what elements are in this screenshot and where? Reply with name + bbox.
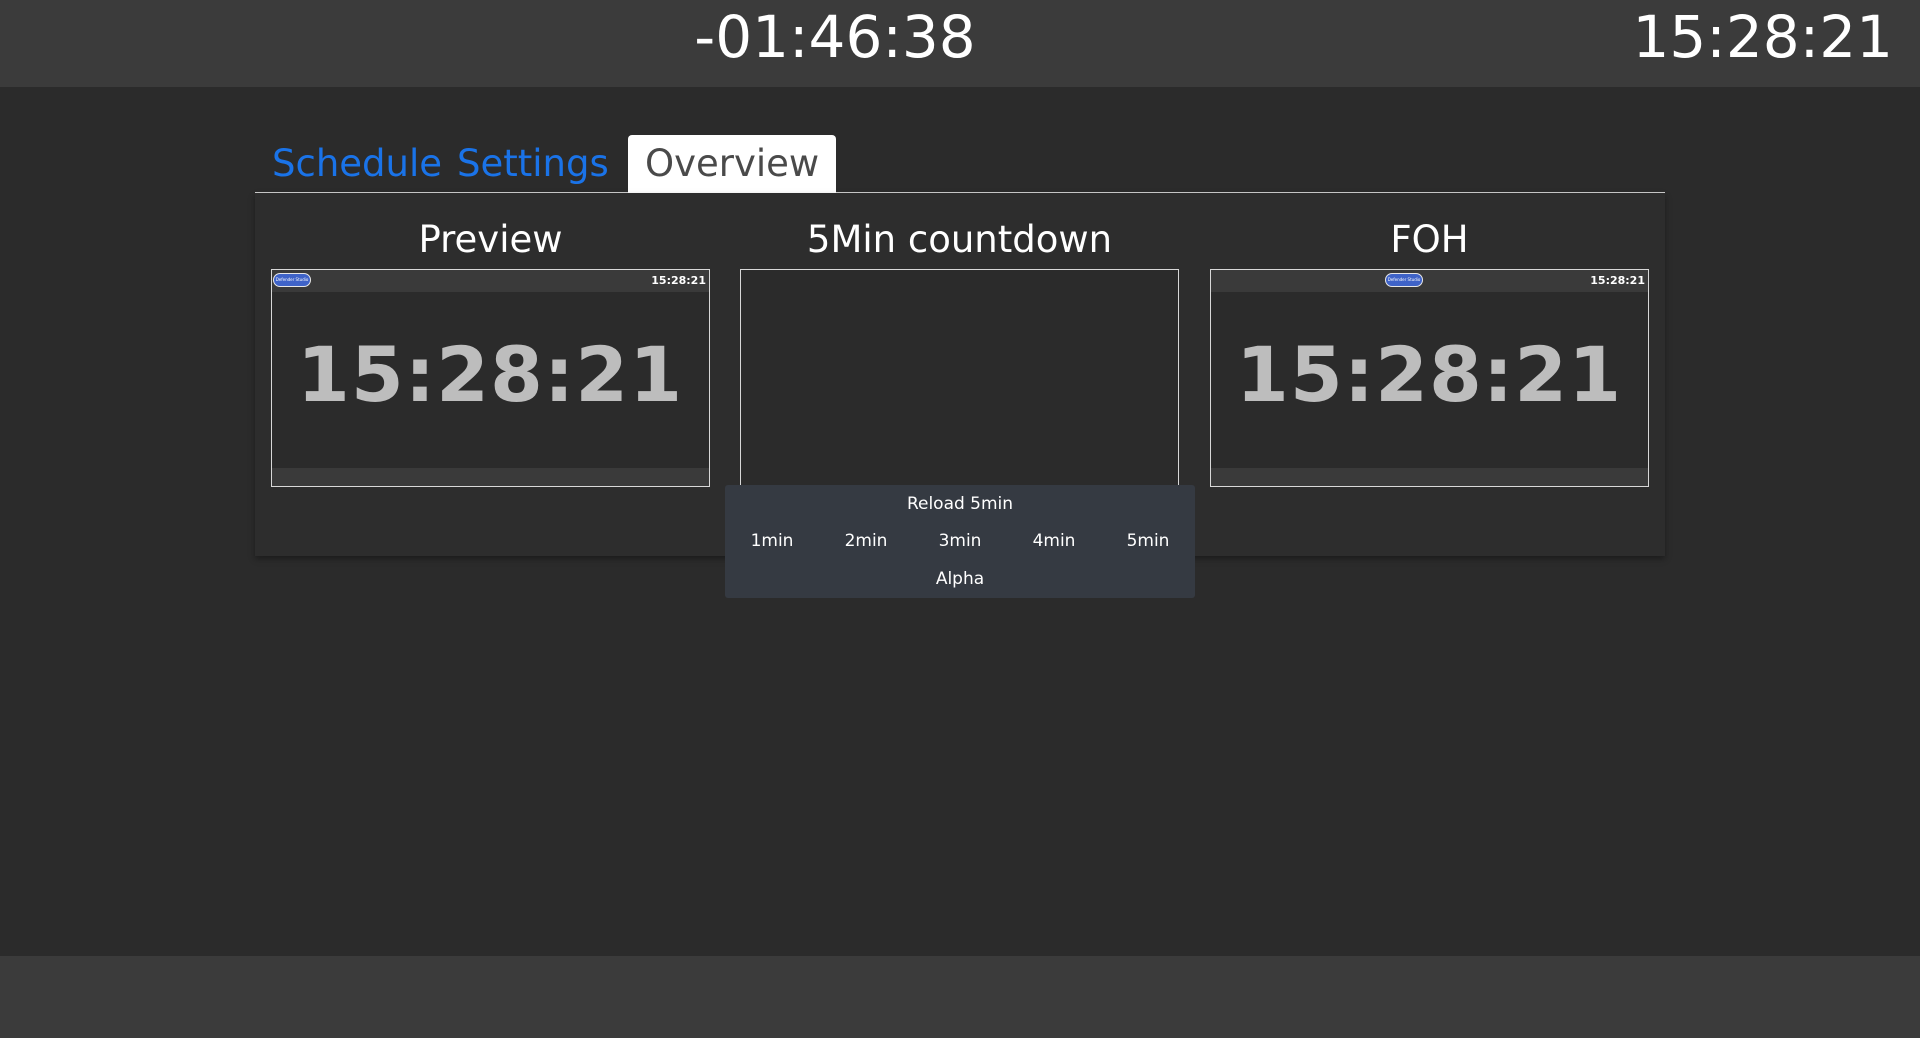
preset-1min-button[interactable]: 1min [725,523,819,560]
alpha-button[interactable]: Alpha [725,560,1195,598]
clock-display: 15:28:21 [1632,3,1894,71]
preview-logo: Defender Studio [273,273,311,287]
tab-overview[interactable]: Overview [628,135,837,193]
foh-logo: Defender Studio [1385,273,1423,287]
countdown-controls: Reload 5min 1min 2min 3min 4min 5min Alp… [725,485,1195,598]
preview-frame-header: Defender Studio 15:28:21 [272,270,709,292]
preview-frame-footer [272,468,709,486]
foh-frame-header: Defender Studio 15:28:21 [1211,270,1648,292]
reload-5min-button[interactable]: Reload 5min [725,485,1195,523]
preset-5min-button[interactable]: 5min [1101,523,1195,560]
bottom-bar [0,956,1920,1038]
preview-title: Preview [418,218,563,261]
tab-bar: Schedule Settings Overview [255,135,1665,193]
foh-big-clock: 15:28:21 [1236,330,1623,419]
preset-3min-button[interactable]: 3min [913,523,1007,560]
countdown5-frame [740,269,1179,485]
top-bar: -01:46:38 15:28:21 [0,0,1920,87]
countdown5-title: 5Min countdown [806,218,1113,261]
preset-buttons: 1min 2min 3min 4min 5min [725,523,1195,560]
tab-settings[interactable]: Settings [440,135,626,193]
countdown-display: -01:46:38 [694,3,976,71]
preview-mini-clock: 15:28:21 [651,274,706,287]
foh-frame-footer [1211,468,1648,486]
preset-4min-button[interactable]: 4min [1007,523,1101,560]
tab-schedule[interactable]: Schedule [255,135,459,193]
foh-frame: Defender Studio 15:28:21 15:28:21 [1210,269,1649,487]
preview-frame: Defender Studio 15:28:21 15:28:21 [271,269,710,487]
preview-big-clock: 15:28:21 [297,330,684,419]
foh-mini-clock: 15:28:21 [1590,274,1645,287]
foh-title: FOH [1390,218,1469,261]
preset-2min-button[interactable]: 2min [819,523,913,560]
